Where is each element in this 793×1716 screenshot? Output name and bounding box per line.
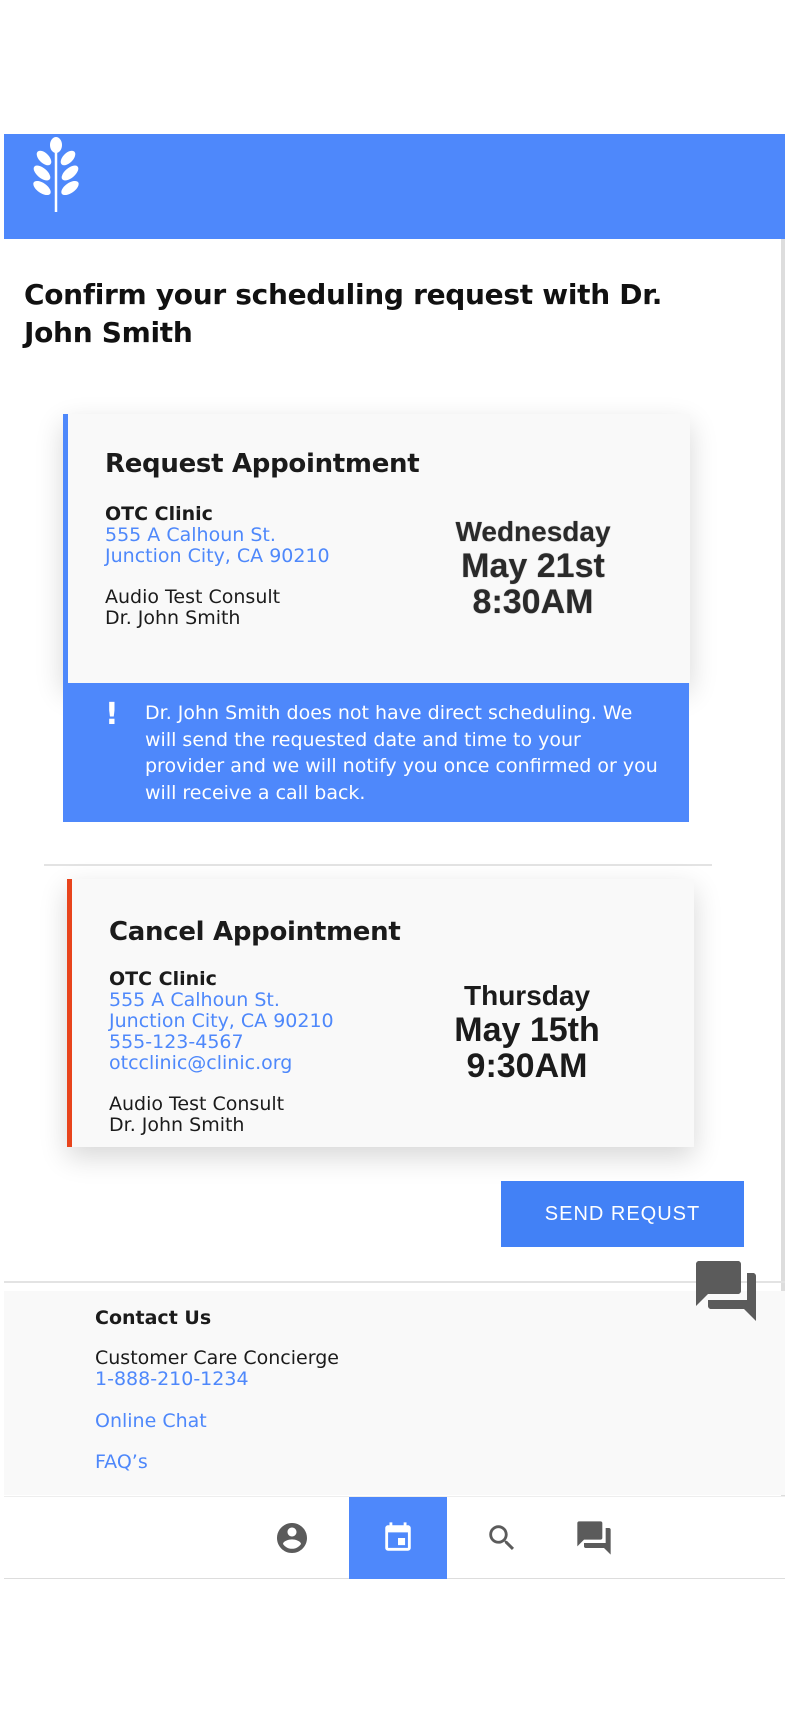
app-header (4, 134, 785, 239)
scheduling-notice: ! Dr. John Smith does not have direct sc… (63, 683, 689, 822)
nav-search[interactable] (454, 1497, 550, 1579)
service-name: Audio Test Consult (105, 586, 281, 608)
clinic-email[interactable]: otcclinic@clinic.org (109, 1053, 439, 1074)
calendar-icon (385, 1522, 411, 1551)
provider-name: Dr. John Smith (105, 607, 241, 629)
clinic-address-line1[interactable]: 555 A Calhoun St. (105, 525, 435, 546)
concierge-phone-link[interactable]: 1-888-210-1234 (95, 1369, 249, 1390)
footer-divider (4, 1281, 785, 1283)
clinic-name: OTC Clinic (109, 968, 217, 990)
appointment-datetime: Wednesday May 21st 8:30AM (433, 516, 633, 620)
clinic-address-line2[interactable]: Junction City, CA 90210 (109, 1011, 439, 1032)
contact-title: Contact Us (95, 1307, 212, 1329)
clinic-phone[interactable]: 555-123-4567 (109, 1032, 439, 1053)
contact-footer: Contact Us Customer Care Concierge 1-888… (4, 1291, 785, 1495)
nav-calendar[interactable] (349, 1497, 447, 1579)
appointment-time: 9:30AM (466, 1047, 588, 1085)
cancel-appointment-card: Cancel Appointment OTC Clinic 555 A Calh… (67, 879, 694, 1147)
section-divider (44, 864, 712, 866)
appointment-date: May 21st (461, 547, 605, 585)
appointment-day: Thursday (463, 980, 591, 1011)
nav-profile[interactable] (244, 1497, 340, 1579)
page-title: Confirm your scheduling request with Dr.… (24, 278, 663, 349)
service-name: Audio Test Consult (109, 1093, 285, 1115)
clinic-address-line1[interactable]: 555 A Calhoun St. (109, 990, 439, 1011)
notice-text: Dr. John Smith does not have direct sche… (145, 702, 658, 804)
concierge-label: Customer Care Concierge (95, 1347, 339, 1369)
online-chat-link[interactable]: Online Chat (95, 1410, 207, 1432)
clinic-info: OTC Clinic 555 A Calhoun St. Junction Ci… (109, 969, 439, 1136)
appointment-day: Wednesday (455, 516, 611, 547)
send-request-button[interactable]: SEND REQUST (501, 1181, 744, 1247)
clinic-info: OTC Clinic 555 A Calhoun St. Junction Ci… (105, 504, 435, 629)
chat-bubbles-icon[interactable] (690, 1255, 762, 1327)
request-appointment-card: Request Appointment OTC Clinic 555 A Cal… (63, 414, 690, 683)
faq-link[interactable]: FAQ’s (95, 1451, 148, 1473)
card-accent-bar (63, 414, 68, 683)
card-accent-bar (67, 879, 72, 1147)
search-icon (489, 1525, 515, 1551)
card-title: Request Appointment (105, 449, 420, 479)
bottom-navigation (4, 1496, 785, 1579)
clinic-name: OTC Clinic (105, 503, 213, 525)
appointment-datetime: Thursday May 15th 9:30AM (427, 980, 627, 1084)
provider-name: Dr. John Smith (109, 1114, 245, 1136)
account-circle-icon (277, 1523, 307, 1553)
clinic-address-line2[interactable]: Junction City, CA 90210 (105, 546, 435, 567)
appointment-date: May 15th (454, 1011, 600, 1049)
appointment-time: 8:30AM (472, 583, 594, 621)
card-title: Cancel Appointment (109, 917, 401, 947)
exclamation-icon: ! (105, 697, 119, 732)
nav-messages[interactable] (546, 1497, 642, 1579)
wheat-leaf-icon[interactable] (26, 136, 86, 212)
chat-bubbles-icon (577, 1521, 611, 1555)
